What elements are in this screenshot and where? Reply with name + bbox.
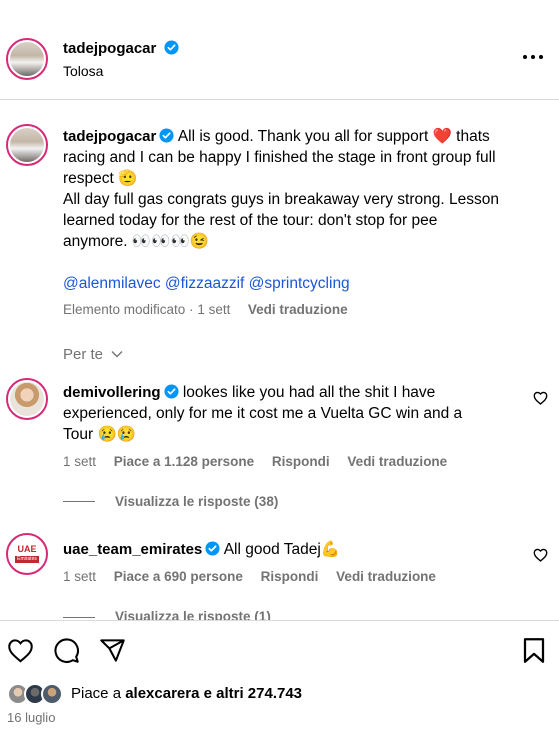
caption-mentions[interactable]: @alenmilavec @fizzaazzif @sprintcycling (63, 273, 350, 294)
comment-translate-link[interactable]: Vedi traduzione (336, 569, 436, 584)
caption-username[interactable]: tadejpogacar (63, 128, 156, 145)
comment-reply-button[interactable]: Rispondi (261, 569, 319, 584)
caption-avatar[interactable] (6, 124, 48, 166)
comment-text: uae_team_emirates All good Tadej💪 (63, 539, 533, 560)
caption-line-1: All is good. Thank you all for support ❤… (177, 128, 490, 145)
liker-avatars[interactable] (7, 683, 67, 705)
caption-line-2: racing and I can be happy I finished the… (63, 149, 496, 166)
comment-like-icon[interactable] (533, 548, 548, 562)
header-avatar[interactable] (6, 38, 48, 80)
comment-avatar[interactable]: UAE Emirates (6, 533, 48, 575)
comment-translate-link[interactable]: Vedi traduzione (347, 454, 447, 469)
view-replies-button[interactable]: Visualizza le risposte (1) (115, 609, 271, 620)
comment-like-icon[interactable] (533, 391, 548, 405)
caption-line-6: anymore. 👀👀👀😉 (63, 233, 210, 250)
chevron-down-icon (111, 351, 123, 358)
replies-dash (63, 501, 95, 502)
verified-icon (159, 128, 174, 143)
comment-likes[interactable]: Piace a 690 persone (114, 569, 243, 584)
view-replies-label: Visualizza le risposte (38) (115, 494, 279, 509)
likes-user[interactable]: alexcarera (125, 685, 199, 702)
caption-line-4: All day full gas congrats guys in breaka… (63, 191, 499, 208)
verified-icon (164, 384, 179, 399)
caption-time[interactable]: · 1 sett (189, 302, 230, 317)
caption-edited: Elemento modificato (63, 302, 186, 317)
likes-summary[interactable]: Piace a alexcarera e altri 274.743 (71, 685, 302, 702)
comment-username[interactable]: uae_team_emirates (63, 541, 202, 558)
likes-prefix: Piace a (71, 685, 126, 702)
verified-icon (164, 40, 179, 55)
caption-meta: Elemento modificato · 1 sett Vedi traduz… (63, 302, 348, 317)
header-username[interactable]: tadejpogacar (63, 40, 156, 57)
header-username-row[interactable]: tadejpogacar (63, 40, 179, 58)
likes-suffix[interactable]: e altri 274.743 (199, 685, 302, 702)
comment-username[interactable]: demivollering (63, 384, 161, 401)
comment-meta: 1 sett Piace a 1.128 persone Rispondi Ve… (63, 454, 447, 469)
comment-time[interactable]: 1 sett (63, 454, 96, 469)
actions-divider (0, 620, 559, 621)
post-date[interactable]: 16 luglio (7, 710, 55, 725)
share-icon[interactable] (99, 637, 126, 664)
comment-avatar[interactable] (6, 378, 48, 420)
caption-translate-link[interactable]: Vedi traduzione (248, 302, 348, 317)
replies-dash (63, 617, 95, 618)
header-divider (0, 99, 559, 100)
liker-avatar (41, 683, 63, 705)
uae-logo-subtext: Emirates (15, 556, 39, 563)
view-replies-button[interactable]: Visualizza le risposte (38) (115, 494, 278, 509)
comment-filter[interactable]: Per te (63, 346, 123, 363)
comment-filter-label: Per te (63, 346, 104, 363)
comment-time[interactable]: 1 sett (63, 569, 96, 584)
more-options-icon[interactable] (522, 50, 544, 64)
save-icon[interactable] (522, 637, 546, 664)
header-location[interactable]: Tolosa (63, 63, 103, 79)
like-icon[interactable] (7, 638, 34, 663)
comment-reply-button[interactable]: Rispondi (272, 454, 330, 469)
caption-text: tadejpogacar All is good. Thank you all … (63, 126, 548, 252)
comment-meta: 1 sett Piace a 690 persone Rispondi Vedi… (63, 569, 436, 584)
comment-text: demivollering lookes like you had all th… (63, 382, 533, 445)
comment-line-3: Tour 😢😢 (63, 426, 137, 443)
uae-logo-text: UAE (17, 544, 37, 554)
view-replies-label: Visualizza le risposte (1) (115, 609, 271, 620)
caption-line-3: respect 🫡 (63, 170, 138, 187)
comment-icon[interactable] (53, 637, 80, 664)
comment-line-2: experienced, only for me it cost me a Vu… (63, 405, 463, 422)
replies-clip: Visualizza le risposte (1) (0, 604, 559, 620)
comment-likes[interactable]: Piace a 1.128 persone (114, 454, 254, 469)
comment-line-1: All good Tadej💪 (223, 541, 341, 558)
comment-line-1: lookes like you had all the shit I have (182, 384, 436, 401)
caption-line-5: learned today for the rest of the tour: … (63, 212, 438, 229)
verified-icon (205, 541, 220, 556)
